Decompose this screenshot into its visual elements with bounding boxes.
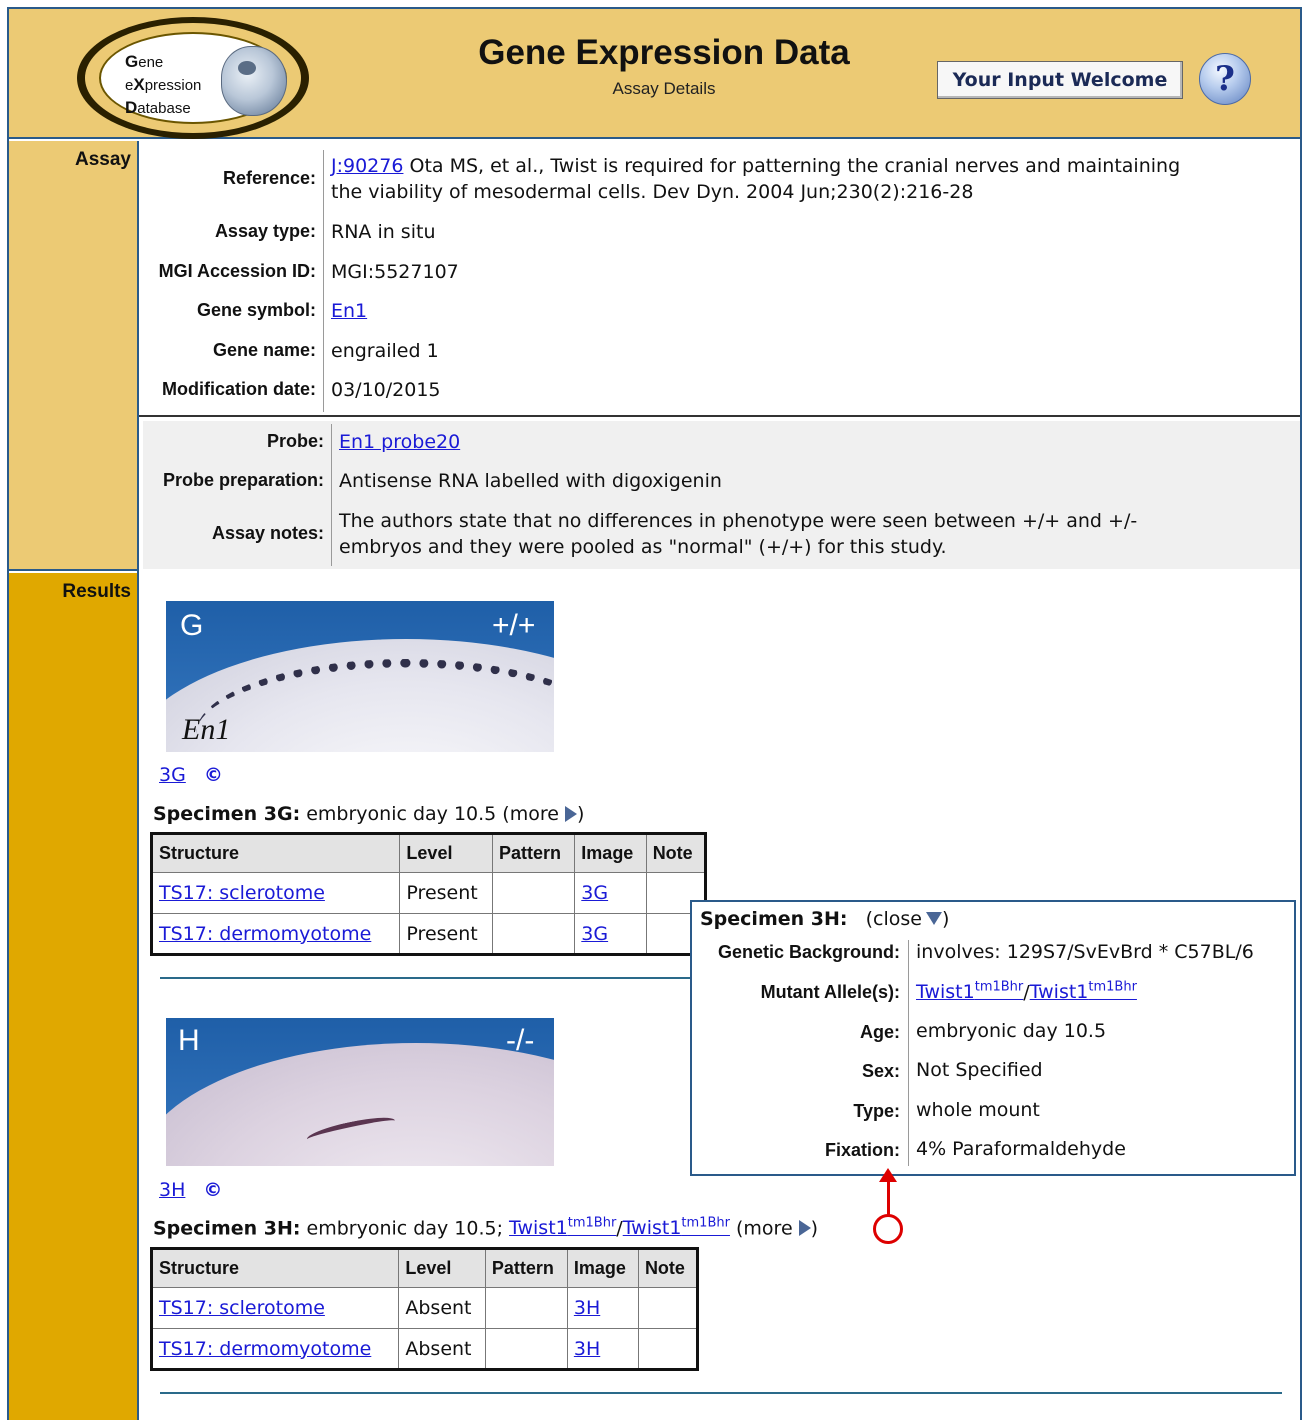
col-structure: Structure: [150, 833, 401, 873]
col-note: Note: [637, 1248, 699, 1288]
col-level: Level: [398, 1248, 486, 1288]
image-3h-link[interactable]: 3H: [159, 1179, 185, 1201]
image-link[interactable]: 3H: [574, 1338, 600, 1360]
copyright-icon[interactable]: ©: [204, 764, 223, 786]
specimen-3g-image[interactable]: G +/+ En1: [166, 601, 554, 752]
mgi-id-value: MGI:5527107: [331, 261, 459, 283]
page-subtitle: Assay Details: [612, 79, 716, 98]
image-3g-link[interactable]: 3G: [159, 764, 186, 786]
col-pattern: Pattern: [491, 833, 576, 873]
page-header: Gene eXpression Database Gene Expression…: [9, 9, 1300, 139]
reference-label: Reference:: [222, 168, 316, 188]
col-note: Note: [645, 833, 707, 873]
col-structure: Structure: [150, 1248, 400, 1288]
image-3g-links: 3G ©: [159, 764, 223, 786]
sex-value: Not Specified: [916, 1059, 1043, 1081]
popup-title: Specimen 3H: (close): [700, 908, 950, 930]
fixation-label: Fixation:: [825, 1140, 900, 1160]
specimen-3h-image[interactable]: H -/-: [166, 1018, 554, 1166]
structure-link[interactable]: TS17: dermomyotome: [159, 923, 371, 945]
assay-type-label: Assay type:: [214, 221, 316, 241]
col-image: Image: [574, 833, 647, 873]
probe-link[interactable]: En1 probe20: [339, 431, 460, 453]
probe-preparation-value: Antisense RNA labelled with digoxigenin: [339, 470, 722, 492]
allele-link[interactable]: Twist1tm1Bhr: [509, 1216, 616, 1239]
mgi-id-label: MGI Accession ID:: [158, 261, 316, 281]
probe-preparation-label: Probe preparation:: [162, 470, 324, 490]
genetic-background-value: involves: 129S7/SvEvBrd * C57BL/6: [916, 941, 1254, 963]
table-row: TS17: dermomyotome Present 3G: [150, 913, 707, 955]
embryo-logo-icon: [221, 46, 287, 116]
logo-text: Gene eXpression Database: [125, 52, 202, 117]
results-section-label: Results: [62, 581, 131, 602]
fixation-value: 4% Paraformaldehyde: [916, 1138, 1126, 1160]
help-icon[interactable]: ?: [1199, 53, 1251, 105]
col-image: Image: [566, 1248, 639, 1288]
image-3h-links: 3H ©: [159, 1179, 222, 1201]
col-level: Level: [399, 833, 493, 873]
specimen-3h-summary: Specimen 3H: embryonic day 10.5; Twist1t…: [153, 1216, 819, 1240]
gene-name-value: engrailed 1: [331, 340, 439, 362]
assay-section-header: Assay: [9, 141, 137, 571]
more-arrow-icon[interactable]: [564, 806, 577, 822]
gene-symbol-link[interactable]: En1: [331, 300, 367, 322]
image-genotype-label: -/-: [506, 1024, 535, 1057]
specimen-3h-popup: Specimen 3H: (close) Genetic Background:…: [690, 900, 1296, 1176]
close-arrow-icon: [925, 912, 942, 925]
gene-symbol-label: Gene symbol:: [196, 300, 316, 320]
divider: [160, 1392, 1282, 1394]
gene-symbol-value: En1: [331, 298, 367, 324]
results-table-3g: Structure Level Pattern Image Note TS17:…: [150, 832, 707, 956]
assay-section-label: Assay: [75, 149, 131, 170]
structure-link[interactable]: TS17: sclerotome: [159, 1297, 325, 1319]
callout-circle: [873, 1214, 903, 1244]
image-link[interactable]: 3G: [581, 882, 608, 904]
table-row: TS17: sclerotome Absent 3H: [150, 1287, 699, 1329]
type-value: whole mount: [916, 1099, 1040, 1121]
image-link[interactable]: 3G: [581, 923, 608, 945]
allele-link[interactable]: Twist1tm1Bhr: [916, 980, 1023, 1003]
image-panel-letter: G: [180, 609, 204, 642]
sex-label: Sex:: [861, 1061, 900, 1081]
mutant-allele-label: Mutant Allele(s):: [760, 982, 900, 1002]
table-row: TS17: sclerotome Present 3G: [150, 872, 707, 914]
assay-type-value: RNA in situ: [331, 221, 436, 243]
reference-link[interactable]: J:90276: [331, 155, 403, 177]
allele-link[interactable]: Twist1tm1Bhr: [623, 1216, 730, 1239]
mutant-allele-value: Twist1tm1Bhr/Twist1tm1Bhr: [916, 980, 1137, 1004]
age-value: embryonic day 10.5: [916, 1020, 1107, 1042]
age-label: Age:: [860, 1022, 900, 1042]
genetic-background-label: Genetic Background:: [717, 942, 900, 962]
popup-close-button[interactable]: (close): [866, 908, 950, 930]
more-arrow-icon[interactable]: [798, 1220, 811, 1237]
col-pattern: Pattern: [484, 1248, 568, 1288]
results-section-header: Results: [9, 573, 137, 1420]
copyright-icon[interactable]: ©: [203, 1179, 222, 1201]
allele-link[interactable]: Twist1tm1Bhr: [1030, 980, 1137, 1003]
assay-notes-label: Assay notes:: [211, 523, 324, 543]
image-link[interactable]: 3H: [574, 1297, 600, 1319]
type-label: Type:: [853, 1101, 900, 1121]
image-genotype-label: +/+: [492, 609, 536, 642]
probe-value: En1 probe20: [339, 429, 460, 455]
results-table-3h: Structure Level Pattern Image Note TS17:…: [150, 1247, 699, 1371]
specimen-3g-summary: Specimen 3G: embryonic day 10.5 (more): [153, 803, 585, 825]
modification-date-label: Modification date:: [162, 379, 316, 399]
structure-link[interactable]: TS17: dermomyotome: [159, 1338, 371, 1360]
structure-link[interactable]: TS17: sclerotome: [159, 882, 325, 904]
reference-value: J:90276 Ota MS, et al., Twist is require…: [331, 155, 1181, 203]
table-row: TS17: dermomyotome Absent 3H: [150, 1328, 699, 1370]
callout-arrow: [887, 1178, 890, 1215]
page-title: Gene Expression Data: [478, 33, 850, 72]
assay-notes-value: The authors state that no differences in…: [339, 510, 1138, 558]
modification-date-value: 03/10/2015: [331, 379, 441, 401]
gene-name-label: Gene name:: [212, 340, 316, 360]
image-gene-label: En1: [182, 713, 231, 746]
divider: [160, 977, 700, 979]
probe-label: Probe:: [266, 431, 324, 451]
image-panel-letter: H: [178, 1024, 200, 1057]
gxd-logo[interactable]: Gene eXpression Database: [77, 17, 309, 139]
your-input-welcome-button[interactable]: Your Input Welcome: [937, 61, 1183, 99]
